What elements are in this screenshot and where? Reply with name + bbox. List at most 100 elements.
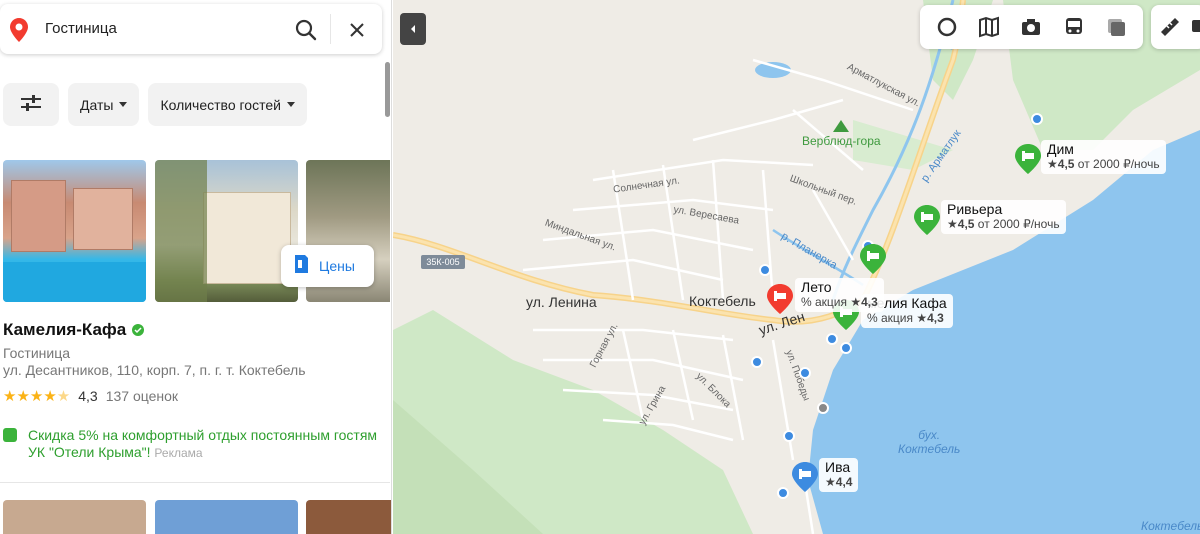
verified-icon [132, 324, 145, 336]
filter-bar: Даты Количество гостей [3, 83, 307, 126]
hotel-card-meta: ★4,5 от 2000 ₽/ночь [1047, 157, 1160, 171]
hotel-card-name: Ривьера [947, 201, 1003, 217]
next-hotel-photo[interactable] [155, 500, 298, 534]
star-rating-icon: ★★★★★ [3, 388, 71, 405]
town-label-koktebel: Коктебель [689, 293, 756, 309]
hotel-card-price: от 2000 ₽/ночь [1077, 157, 1160, 171]
hotel-card-rating: 4,5 [1057, 157, 1075, 171]
ruler-icon[interactable] [1159, 14, 1181, 40]
hotel-pin-icon[interactable] [914, 205, 940, 235]
search-icon[interactable] [293, 17, 319, 43]
map-view[interactable]: 35К-005 ул. Ленина Коктебель Верблюд-гор… [393, 0, 1200, 534]
filters-button[interactable] [3, 83, 59, 126]
photo-building [73, 188, 133, 250]
promo-block[interactable]: Скидка 5% на комфортный отдых постоянным… [3, 427, 383, 462]
chevron-left-icon [411, 25, 415, 33]
street-label-lenina: ул. Ленина [526, 294, 597, 310]
hotel-card-name: Дим [1047, 141, 1074, 157]
scrollbar[interactable] [385, 62, 390, 117]
poi-dot-grey[interactable] [817, 402, 829, 414]
search-input[interactable]: Гостиница [45, 20, 117, 37]
rating-value: 4,3 [78, 388, 98, 404]
hotel-card-leto[interactable]: Лето % акция ★4,3 [795, 278, 884, 312]
result-divider [0, 482, 390, 483]
next-hotel-photo[interactable] [306, 500, 391, 534]
layers-icon[interactable] [934, 14, 960, 40]
photo-icon[interactable] [1018, 14, 1044, 40]
sea-area [808, 130, 1200, 534]
map-toolbar-secondary [1151, 5, 1200, 49]
hotel-pin-icon[interactable] [1015, 144, 1041, 174]
poi-dot[interactable] [1031, 113, 1043, 125]
collapse-panel-button[interactable] [400, 13, 426, 45]
poi-dot[interactable] [783, 430, 795, 442]
map-toolbar [920, 5, 1143, 49]
hotel-rating[interactable]: ★★★★★ 4,3 137 оценок [3, 387, 178, 405]
prices-label: Цены [319, 258, 355, 274]
hotel-photo-pool[interactable] [3, 160, 146, 302]
hotel-pin-icon[interactable] [860, 244, 886, 274]
photo-building [203, 192, 291, 284]
promo-icon [3, 428, 17, 442]
poi-dot[interactable] [759, 264, 771, 276]
mountain-icon [833, 120, 849, 132]
search-separator [330, 14, 331, 44]
road-shield: 35К-005 [421, 255, 465, 269]
search-results-panel: Гостиница Даты Количество гостей Цены Ка… [0, 0, 392, 534]
location-pin-icon [10, 18, 28, 47]
hotel-card-rating: 4,5 [957, 217, 975, 231]
hotel-card-meta: % акция ★4,3 [867, 311, 944, 325]
chevron-down-icon [286, 102, 295, 107]
hotel-card-name: Ива [825, 459, 851, 475]
next-hotel-photo[interactable] [3, 500, 146, 534]
hotel-card-rating: 4,3 [861, 295, 878, 309]
map-base [393, 0, 1200, 534]
guests-filter[interactable]: Количество гостей [148, 83, 307, 126]
guests-filter-label: Количество гостей [160, 96, 281, 113]
hotel-pin-selected-icon[interactable] [767, 284, 793, 314]
hotel-photo-building[interactable] [155, 160, 298, 302]
ad-label: Реклама [154, 446, 203, 460]
poi-dot[interactable] [826, 333, 838, 345]
traffic-icon[interactable] [1103, 14, 1129, 40]
hotel-card-iva[interactable]: Ива ★4,4 [819, 458, 859, 492]
hotel-card-rating: 4,3 [927, 311, 944, 325]
hotel-card-promo: % акция [801, 295, 848, 309]
transit-icon[interactable] [1061, 14, 1087, 40]
panorama-icon[interactable] [976, 14, 1002, 40]
hotel-card-riviera[interactable]: Ривьера ★4,5 от 2000 ₽/ночь [941, 200, 1066, 234]
hotel-card-name: Лето [801, 279, 832, 295]
bay-label: бух. Коктебель [898, 428, 961, 456]
poi-dot[interactable] [799, 367, 811, 379]
poi-dot[interactable] [751, 356, 763, 368]
hotel-card-dim[interactable]: Дим ★4,5 от 2000 ₽/ночь [1041, 140, 1166, 174]
photo-pool [3, 262, 146, 302]
poi-dot[interactable] [840, 342, 852, 354]
mountain-label: Верблюд-гора [802, 134, 881, 148]
hotel-name: Камелия-Кафа [3, 320, 127, 339]
hotel-card-price: от 2000 ₽/ночь [977, 217, 1060, 231]
booking-icon [293, 254, 309, 279]
hotel-category: Гостиница [3, 345, 71, 361]
hotel-card-promo: % акция [867, 311, 914, 325]
hotel-card-meta: % акция ★4,3 [801, 295, 878, 309]
print-icon[interactable] [1189, 14, 1200, 40]
next-result-photos[interactable] [3, 500, 391, 534]
search-bar: Гостиница [0, 4, 382, 54]
close-icon[interactable] [344, 17, 370, 43]
reviews-count: 137 оценок [105, 388, 179, 404]
hotel-pin-icon[interactable] [792, 462, 818, 492]
dates-filter[interactable]: Даты [68, 83, 140, 126]
photo-building [11, 180, 66, 252]
hotel-card-meta: ★4,4 [825, 475, 853, 489]
prices-button[interactable]: Цены [281, 245, 374, 287]
hotel-card-meta: ★4,5 от 2000 ₽/ночь [947, 217, 1060, 231]
bay-label-corner: Коктебель [1141, 519, 1200, 533]
hotel-title[interactable]: Камелия-Кафа [3, 320, 145, 340]
dates-filter-label: Даты [80, 96, 114, 113]
poi-dot[interactable] [777, 487, 789, 499]
photo-tree [155, 160, 207, 302]
hotel-address: ул. Десантников, 110, корп. 7, п. г. т. … [3, 362, 306, 378]
sliders-icon [20, 94, 42, 115]
hotel-card-rating: 4,4 [835, 475, 853, 489]
